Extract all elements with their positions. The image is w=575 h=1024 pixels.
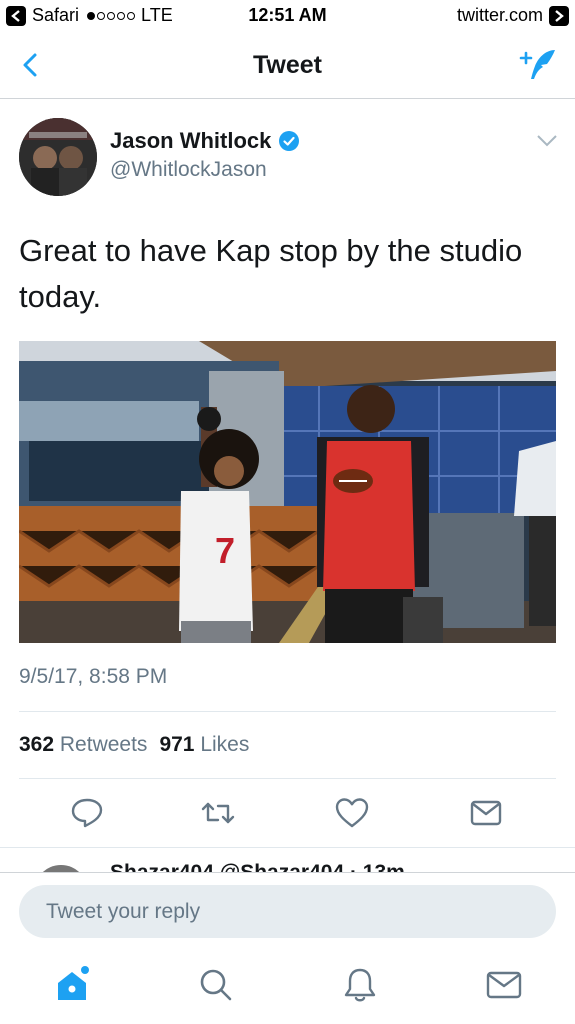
compose-tweet-icon[interactable] xyxy=(517,46,559,82)
likes-stat[interactable]: 971 Likes xyxy=(159,733,249,757)
avatar xyxy=(34,865,88,872)
status-bar: Safari LTE 12:51 AM twitter.com xyxy=(0,0,575,32)
tab-bar xyxy=(0,950,575,1024)
retweets-label: Retweets xyxy=(59,733,148,756)
nav-bar: Tweet xyxy=(0,32,575,99)
tweet-stats: 362 Retweets 971 Likes xyxy=(19,733,249,757)
reply-input[interactable] xyxy=(19,885,556,938)
site-domain: twitter.com xyxy=(456,5,543,25)
page-title: Tweet xyxy=(253,51,322,79)
like-icon[interactable] xyxy=(334,796,370,830)
divider xyxy=(19,711,556,712)
divider xyxy=(19,778,556,779)
home-icon[interactable] xyxy=(52,965,92,1005)
forward-icon xyxy=(549,5,569,26)
share-icon[interactable] xyxy=(468,796,504,830)
reply-bar xyxy=(0,872,575,950)
tweet-actions xyxy=(0,796,575,832)
author-name[interactable]: Jason Whitlock xyxy=(110,128,300,154)
likes-count: 971 xyxy=(159,733,195,756)
search-icon[interactable] xyxy=(196,965,236,1005)
chevron-down-icon[interactable] xyxy=(536,134,558,148)
tweet-timestamp: 9/5/17, 8:58 PM xyxy=(19,665,168,688)
reply-preview[interactable]: Shazar404 @Shazar404 · 13m xyxy=(0,847,575,872)
author-handle[interactable]: @WhitlockJason xyxy=(110,158,267,182)
tweet-text: Great to have Kap stop by the studio tod… xyxy=(19,233,523,314)
reply-preview-text: Shazar404 @Shazar404 · 13m xyxy=(110,861,405,872)
verified-badge-icon xyxy=(279,131,300,151)
tweet-photo[interactable]: 7 xyxy=(19,341,556,643)
reply-icon[interactable] xyxy=(69,796,105,830)
notifications-icon[interactable] xyxy=(340,965,380,1005)
messages-icon[interactable] xyxy=(484,965,524,1005)
retweet-icon[interactable] xyxy=(200,796,236,830)
forward-to-site[interactable]: twitter.com xyxy=(457,5,569,26)
likes-label: Likes xyxy=(200,733,250,756)
retweets-count: 362 xyxy=(19,733,55,756)
svg-text:7: 7 xyxy=(215,530,235,571)
author-name-label: Jason Whitlock xyxy=(110,128,272,153)
retweets-stat[interactable]: 362 Retweets xyxy=(19,733,147,757)
avatar[interactable] xyxy=(19,118,97,196)
